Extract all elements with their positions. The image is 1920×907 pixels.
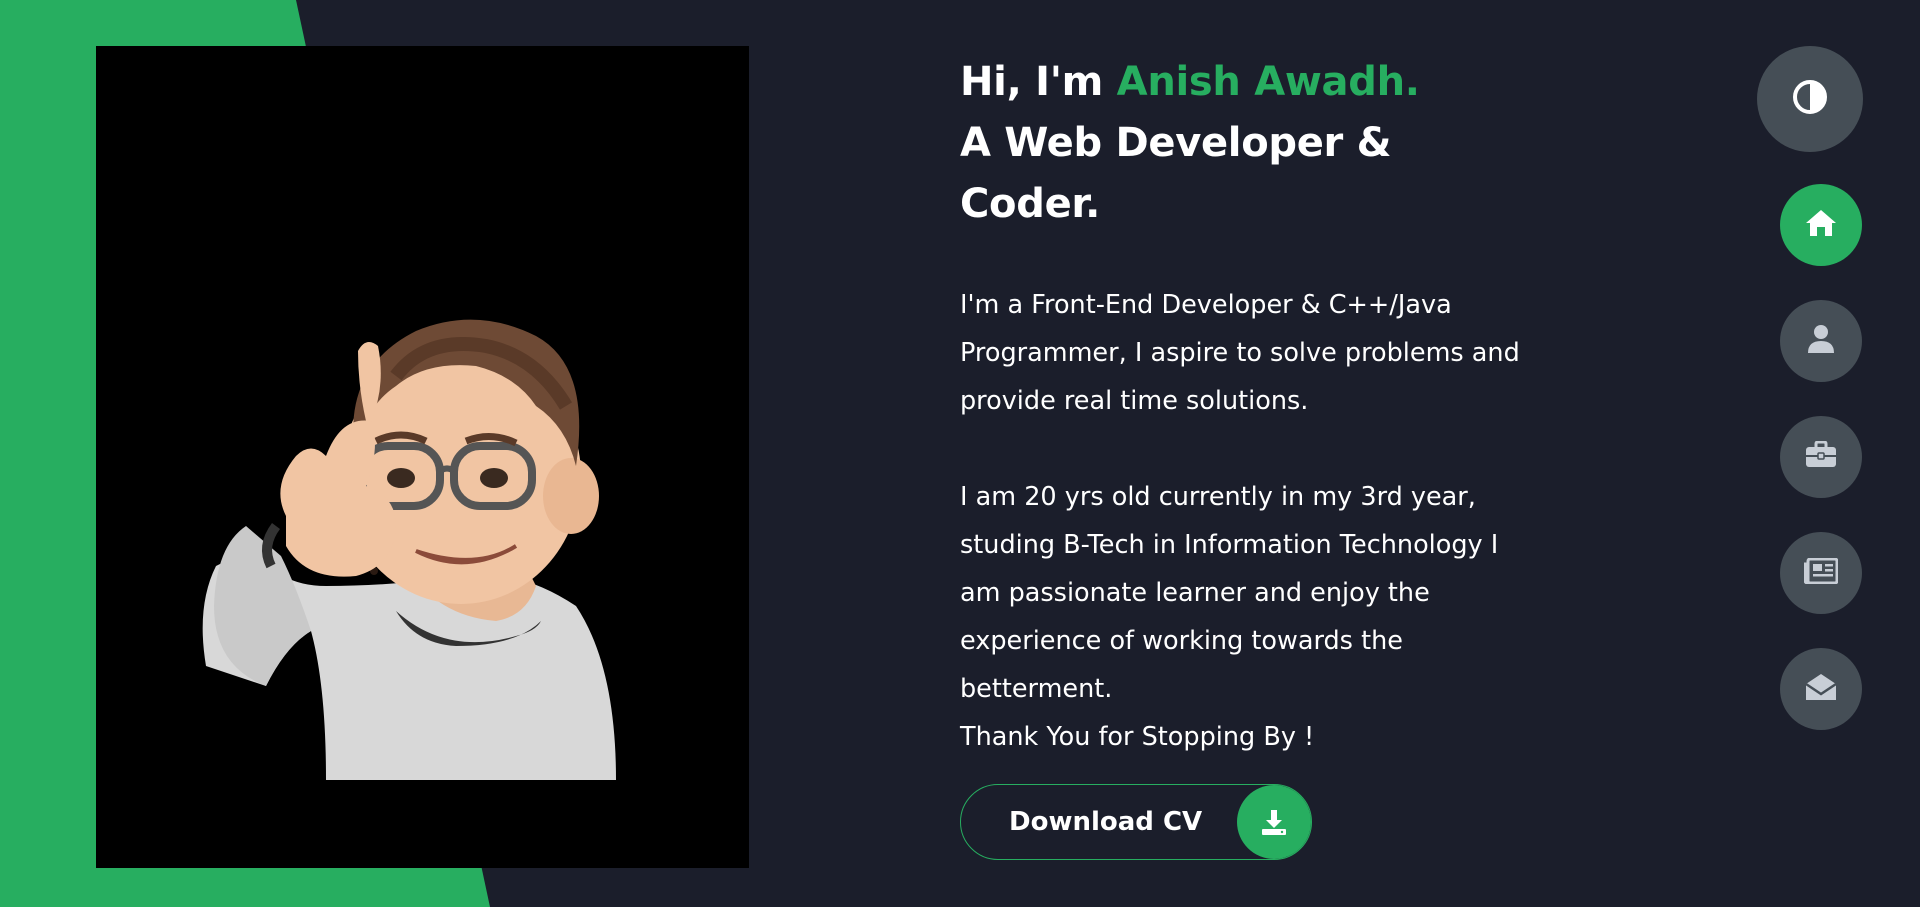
newspaper-icon xyxy=(1803,557,1839,588)
hero-headline: Hi, I'm Anish Awadh. A Web Developer & C… xyxy=(960,52,1520,235)
hero-bio: I'm a Front-End Developer & C++/Java Pro… xyxy=(960,281,1520,761)
profile-avatar-image xyxy=(96,46,749,868)
download-icon xyxy=(1237,785,1311,859)
nav-about-button[interactable] xyxy=(1780,300,1862,382)
tagline-line-1: A Web Developer & xyxy=(960,120,1392,166)
greeting-text: Hi, I'm xyxy=(960,59,1104,105)
nav-contact-button[interactable] xyxy=(1780,648,1862,730)
bio-paragraph-2: I am 20 yrs old currently in my 3rd year… xyxy=(960,482,1499,704)
envelope-open-icon xyxy=(1805,672,1837,706)
hero-name: Anish Awadh. xyxy=(1116,59,1420,105)
hero-content: Hi, I'm Anish Awadh. A Web Developer & C… xyxy=(960,52,1520,761)
bio-paragraph-1: I'm a Front-End Developer & C++/Java Pro… xyxy=(960,290,1520,416)
nav-blog-button[interactable] xyxy=(1780,532,1862,614)
nav-portfolio-button[interactable] xyxy=(1780,416,1862,498)
home-icon xyxy=(1804,208,1838,242)
tagline-line-2: Coder. xyxy=(960,181,1101,227)
theme-toggle-button[interactable] xyxy=(1757,46,1863,152)
user-icon xyxy=(1807,324,1835,358)
download-cv-button[interactable]: Download CV xyxy=(960,784,1312,860)
briefcase-icon xyxy=(1805,440,1837,473)
nav-home-button[interactable] xyxy=(1780,184,1862,266)
contrast-icon xyxy=(1792,79,1828,119)
bio-closing: Thank You for Stopping By ! xyxy=(960,722,1315,752)
download-cv-label: Download CV xyxy=(1009,807,1203,837)
page: Hi, I'm Anish Awadh. A Web Developer & C… xyxy=(0,0,1920,907)
